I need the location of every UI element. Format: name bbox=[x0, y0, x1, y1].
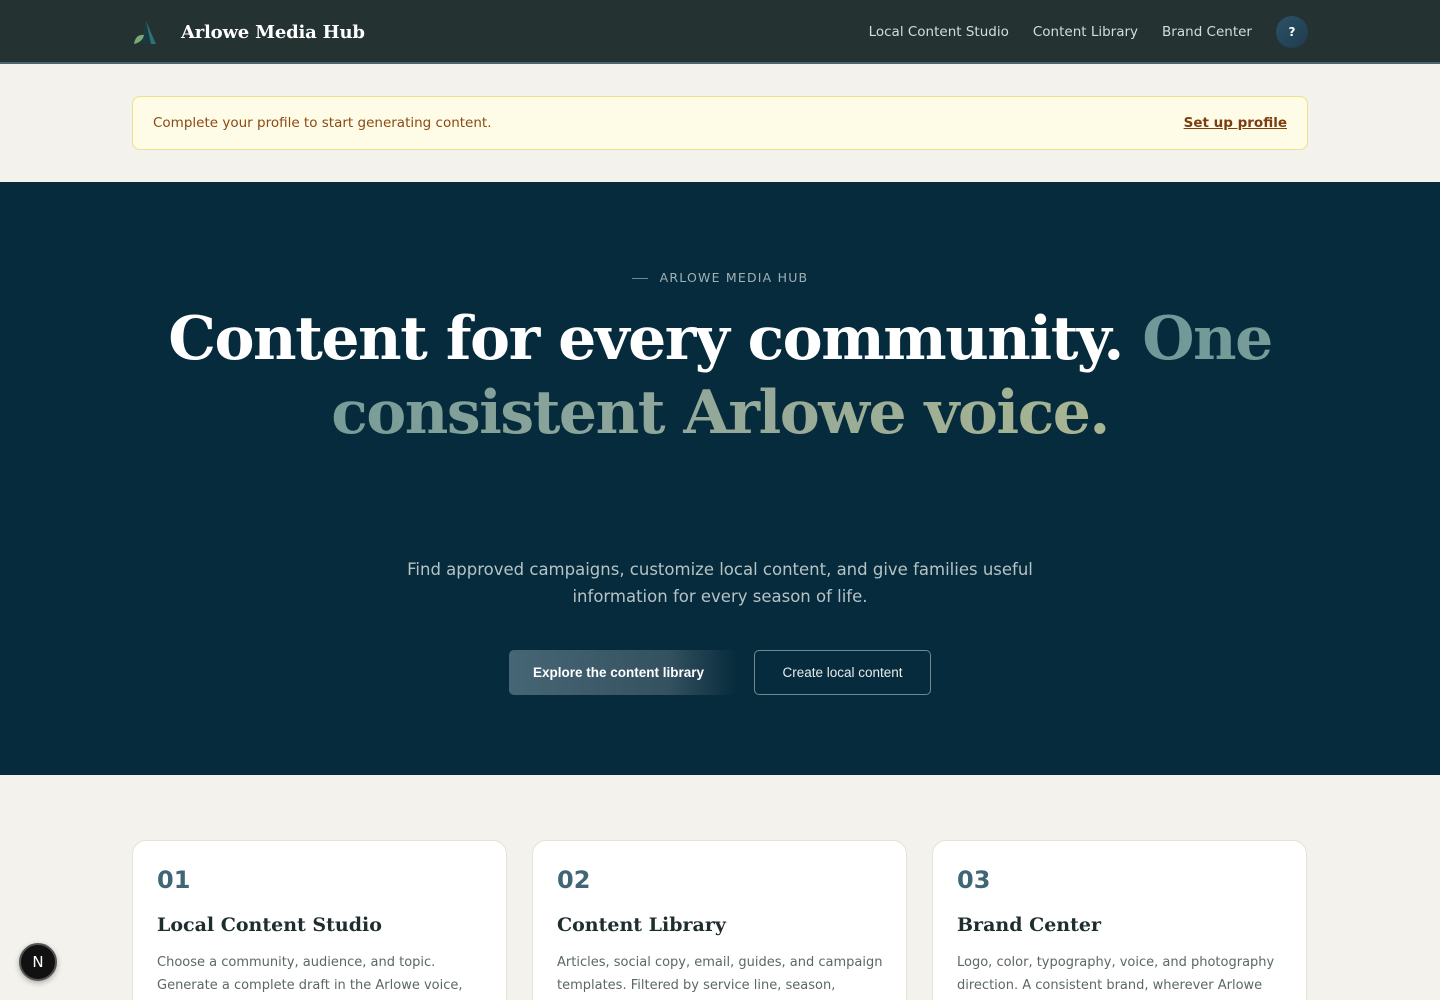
n-badge-button[interactable]: N bbox=[19, 943, 57, 981]
headline-plain: Content for every community. bbox=[168, 304, 1124, 374]
card-description: Articles, social copy, email, guides, an… bbox=[557, 955, 883, 993]
set-up-profile-link[interactable]: Set up profile bbox=[1184, 115, 1287, 131]
profile-notice: Complete your profile to start generatin… bbox=[132, 96, 1308, 150]
brand[interactable]: Arlowe Media Hub bbox=[132, 17, 365, 47]
mountain-leaf-icon bbox=[134, 21, 156, 44]
card-title: Content Library bbox=[557, 914, 726, 936]
card-description: Logo, color, typography, voice, and phot… bbox=[957, 955, 1275, 993]
brand-name: Arlowe Media Hub bbox=[181, 21, 365, 43]
help-button[interactable]: ? bbox=[1276, 16, 1308, 48]
create-local-content-button[interactable]: Create local content bbox=[754, 650, 931, 695]
card-description: Choose a community, audience, and topic.… bbox=[157, 955, 463, 993]
card-title: Local Content Studio bbox=[157, 914, 382, 936]
card-brand-center[interactable]: 03 Brand Center Logo, color, typography,… bbox=[932, 840, 1307, 1000]
hero-section: ARLOWE MEDIA HUB Content for every commu… bbox=[0, 182, 1440, 775]
card-number: 03 bbox=[957, 866, 991, 894]
card-content-library[interactable]: 02 Content Library Articles, social copy… bbox=[532, 840, 907, 1000]
card-title: Brand Center bbox=[957, 914, 1101, 936]
hero-eyebrow: ARLOWE MEDIA HUB bbox=[0, 270, 1440, 285]
explore-library-button[interactable]: Explore the content library bbox=[509, 650, 737, 695]
notice-text: Complete your profile to start generatin… bbox=[153, 115, 492, 131]
eyebrow-dash bbox=[631, 278, 648, 279]
hero-headline: Content for every community. One consist… bbox=[0, 302, 1440, 450]
eyebrow-text: ARLOWE MEDIA HUB bbox=[659, 270, 809, 285]
hero-subcopy: Find approved campaigns, customize local… bbox=[407, 560, 1033, 606]
nav-local-content-studio[interactable]: Local Content Studio bbox=[869, 24, 1009, 40]
card-number: 01 bbox=[157, 866, 191, 894]
card-number: 02 bbox=[557, 866, 591, 894]
main-nav: Local Content Studio Content Library Bra… bbox=[869, 16, 1308, 48]
nav-content-library[interactable]: Content Library bbox=[1033, 24, 1138, 40]
nav-brand-center[interactable]: Brand Center bbox=[1162, 24, 1252, 40]
card-local-content-studio[interactable]: 01 Local Content Studio Choose a communi… bbox=[132, 840, 507, 1000]
top-navigation-bar: Arlowe Media Hub Local Content Studio Co… bbox=[0, 0, 1440, 64]
